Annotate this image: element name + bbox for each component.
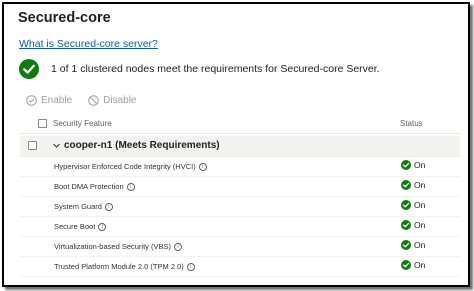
table-row[interactable]: Secure Boot i On xyxy=(20,217,460,237)
table-row[interactable]: Virtualization-based Security (VBS) i On xyxy=(20,237,460,257)
column-header-status[interactable]: Status xyxy=(400,119,423,128)
feature-label: Secure Boot xyxy=(54,222,96,231)
status-cell: On xyxy=(401,260,425,270)
status-text: On xyxy=(414,240,426,250)
block-icon xyxy=(88,95,99,106)
feature-name: Virtualization-based Security (VBS) i xyxy=(54,242,182,251)
table-row[interactable]: Boot DMA Protection i On xyxy=(20,177,460,197)
check-circle-icon xyxy=(26,95,37,106)
enable-button[interactable]: Enable xyxy=(26,95,72,106)
success-check-icon xyxy=(401,220,411,230)
feature-name: Boot DMA Protection i xyxy=(54,182,135,191)
info-icon[interactable]: i xyxy=(186,262,195,271)
success-check-icon xyxy=(401,160,411,170)
status-cell: On xyxy=(401,240,425,250)
summary-text: 1 of 1 clustered nodes meet the requirem… xyxy=(51,63,380,75)
disable-label: Disable xyxy=(103,95,137,106)
feature-label: System Guard xyxy=(54,202,102,211)
success-check-icon xyxy=(401,200,411,210)
status-text: On xyxy=(414,180,426,190)
status-text: On xyxy=(414,260,426,270)
security-features-table: Security Feature Status cooper-n1 (Meets… xyxy=(20,115,460,277)
select-all-checkbox[interactable] xyxy=(38,119,47,128)
info-icon[interactable]: i xyxy=(198,162,207,171)
secured-core-help-link[interactable]: What is Secured-core server? xyxy=(19,38,158,50)
toolbar: Enable Disable xyxy=(26,95,153,106)
disable-button[interactable]: Disable xyxy=(88,95,137,106)
success-check-icon xyxy=(401,180,411,190)
success-check-icon xyxy=(401,260,411,270)
status-cell: On xyxy=(401,160,425,170)
status-text: On xyxy=(414,160,426,170)
status-text: On xyxy=(414,220,426,230)
chevron-down-icon[interactable] xyxy=(52,141,61,150)
info-icon[interactable]: i xyxy=(126,182,135,191)
status-cell: On xyxy=(401,180,425,190)
success-check-icon xyxy=(401,240,411,250)
feature-name: Trusted Platform Module 2.0 (TPM 2.0) i xyxy=(54,262,195,271)
feature-name: Hypervisor Enforced Code Integrity (HVCI… xyxy=(54,162,207,171)
table-header: Security Feature Status xyxy=(20,115,460,134)
info-icon[interactable]: i xyxy=(98,222,107,231)
status-cell: On xyxy=(401,200,425,210)
feature-label: Virtualization-based Security (VBS) xyxy=(54,242,171,251)
group-row-node[interactable]: cooper-n1 (Meets Requirements) xyxy=(20,136,460,157)
requirements-summary: 1 of 1 clustered nodes meet the requirem… xyxy=(19,59,380,79)
status-text: On xyxy=(414,200,426,210)
table-row[interactable]: System Guard i On xyxy=(20,197,460,217)
page-title: Secured-core xyxy=(18,10,111,26)
feature-label: Trusted Platform Module 2.0 (TPM 2.0) xyxy=(54,262,184,271)
feature-name: System Guard i xyxy=(54,202,113,211)
info-icon[interactable]: i xyxy=(104,202,113,211)
feature-name: Secure Boot i xyxy=(54,222,107,231)
column-header-feature[interactable]: Security Feature xyxy=(53,119,112,128)
feature-label: Hypervisor Enforced Code Integrity (HVCI… xyxy=(54,162,196,171)
table-row[interactable]: Trusted Platform Module 2.0 (TPM 2.0) i O… xyxy=(20,257,460,277)
status-cell: On xyxy=(401,220,425,230)
group-checkbox[interactable] xyxy=(28,141,37,150)
table-row[interactable]: Hypervisor Enforced Code Integrity (HVCI… xyxy=(20,157,460,177)
feature-label: Boot DMA Protection xyxy=(54,182,124,191)
secured-core-panel: Secured-core What is Secured-core server… xyxy=(2,2,470,287)
success-check-icon xyxy=(19,59,39,79)
enable-label: Enable xyxy=(41,95,73,106)
info-icon[interactable]: i xyxy=(174,242,182,251)
group-label: cooper-n1 (Meets Requirements) xyxy=(64,140,220,151)
